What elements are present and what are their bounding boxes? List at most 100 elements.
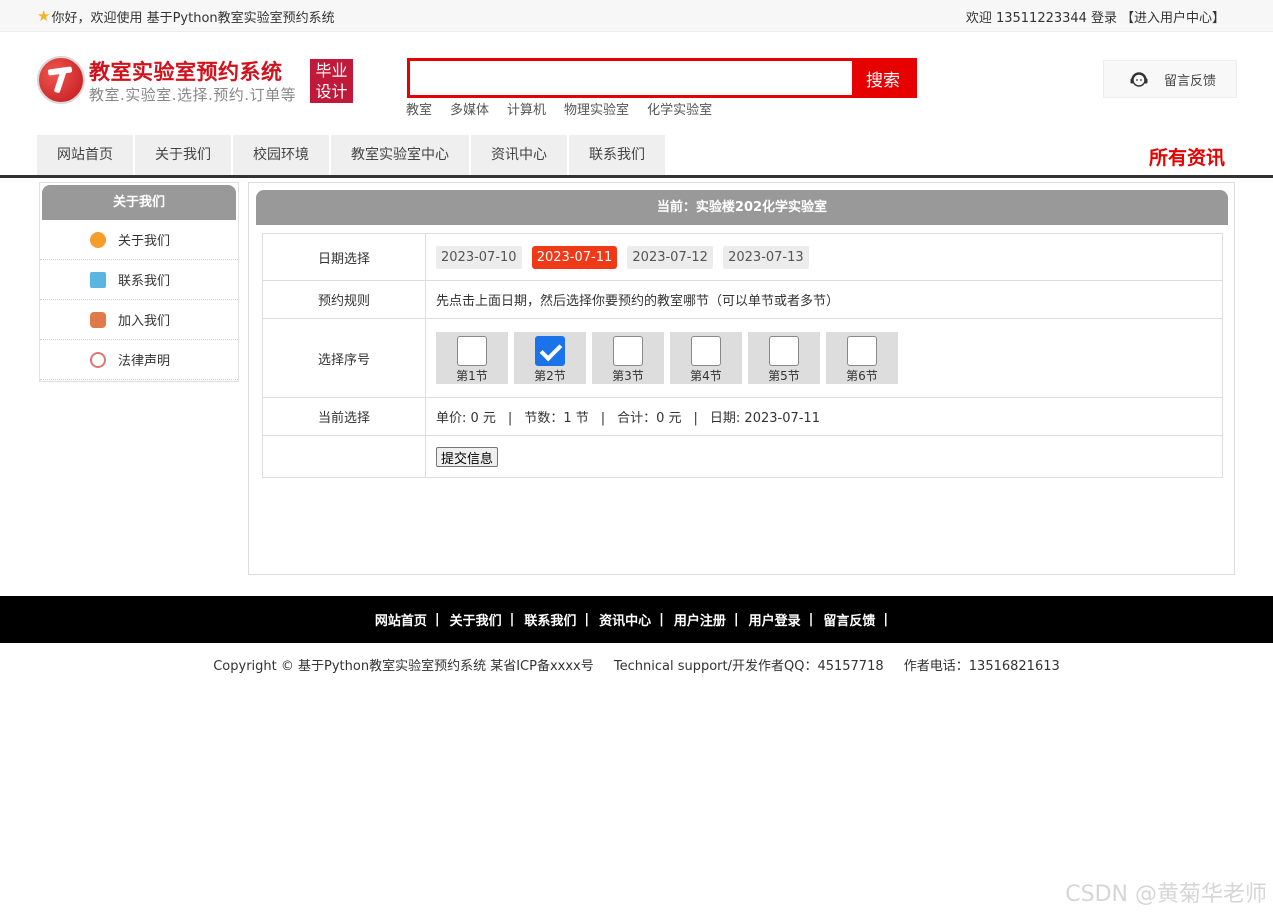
current-selection-row: 当前选择 单价: 0 元 | 节数：1 节 | 合计：0 元 | 日期: 2023-07-1… bbox=[262, 397, 1223, 436]
user-links: 欢迎 13511223344 登录 【进入用户中心】 bbox=[962, 7, 1225, 26]
selected-date: 日期: 2023-07-11 bbox=[709, 411, 820, 426]
slot-options: 第1节 第2节 第3节 第4节 第5节 第6节 bbox=[425, 318, 1223, 398]
slot-row: 选择序号 第1节 第2节 第3节 第4节 第5节 第6节 bbox=[262, 318, 1223, 398]
date-option-selected[interactable]: 2023-07-11 bbox=[531, 245, 618, 269]
rule-label: 预约规则 bbox=[262, 280, 426, 319]
slot-4[interactable]: 第4节 bbox=[670, 332, 742, 384]
watermark: CSDN @黄菊华老师 bbox=[1065, 882, 1267, 907]
hotword-computer[interactable]: 计算机 bbox=[507, 99, 546, 118]
hotword-chemistry-lab[interactable]: 化学实验室 bbox=[647, 99, 712, 118]
copyright: Copyright © 基于Python教室实验室预约系统 某省ICP备xxxx… bbox=[0, 655, 1273, 674]
site-title[interactable]: 教室实验室预约系统 bbox=[89, 56, 283, 86]
footer-link-login[interactable]: 用户登录 bbox=[749, 610, 801, 629]
slot-checkbox[interactable] bbox=[769, 336, 799, 366]
sidebar-title: 关于我们 bbox=[42, 185, 236, 220]
sidebar-item-join[interactable]: 加入我们 bbox=[40, 300, 238, 340]
sidebar-item-label: 加入我们 bbox=[118, 314, 171, 329]
footer-link-home[interactable]: 网站首页 bbox=[375, 610, 427, 629]
star-icon: ★ bbox=[37, 7, 51, 25]
nav-item-contact[interactable]: 联系我们 bbox=[569, 135, 665, 175]
slot-2[interactable]: 第2节 bbox=[514, 332, 586, 384]
slot-label-text: 第4节 bbox=[690, 369, 722, 383]
sidebar-item-about[interactable]: 关于我们 bbox=[40, 220, 238, 260]
sidebar-item-legal[interactable]: 法律声明 bbox=[40, 340, 238, 380]
footer-separator: | bbox=[808, 612, 814, 627]
date-option[interactable]: 2023-07-12 bbox=[627, 245, 713, 269]
copyright-text: Copyright © 基于Python教室实验室预约系统 某省ICP备xxxx… bbox=[213, 659, 594, 674]
footer-separator: | bbox=[584, 612, 590, 627]
slot-label-text: 第6节 bbox=[846, 369, 878, 383]
slot-label: 选择序号 bbox=[262, 318, 426, 398]
slot-3[interactable]: 第3节 bbox=[592, 332, 664, 384]
slot-label-text: 第2节 bbox=[534, 369, 566, 383]
slot-label-text: 第3节 bbox=[612, 369, 644, 383]
nav-item-campus[interactable]: 校园环境 bbox=[233, 135, 329, 175]
user-center-link[interactable]: 【进入用户中心】 bbox=[1121, 11, 1225, 26]
date-row: 日期选择 2023-07-10 2023-07-11 2023-07-12 20… bbox=[262, 233, 1223, 281]
feedback-button[interactable]: 留言反馈 bbox=[1103, 60, 1237, 98]
slot-checkbox[interactable] bbox=[691, 336, 721, 366]
footer-link-news[interactable]: 资讯中心 bbox=[599, 610, 651, 629]
phone-text: 作者电话：13516821613 bbox=[903, 659, 1060, 674]
footer-link-contact[interactable]: 联系我们 bbox=[524, 610, 576, 629]
submit-cell: 提交信息 bbox=[425, 435, 1223, 478]
empty-cell bbox=[262, 435, 426, 478]
search-button[interactable]: 搜索 bbox=[852, 61, 914, 95]
feedback-label: 留言反馈 bbox=[1164, 73, 1217, 89]
clipboard-icon bbox=[90, 271, 106, 288]
site-subtitle: 教室.实验室.选择.预约.订单等 bbox=[89, 86, 297, 104]
slot-label-text: 第1节 bbox=[456, 369, 488, 383]
slot-1[interactable]: 第1节 bbox=[436, 332, 508, 384]
nav-item-home[interactable]: 网站首页 bbox=[37, 135, 133, 175]
slot-6[interactable]: 第6节 bbox=[826, 332, 898, 384]
search-input[interactable] bbox=[410, 61, 852, 95]
all-news-link[interactable]: 所有资讯 bbox=[1149, 143, 1225, 170]
badge-line-1: 毕业 bbox=[315, 61, 348, 80]
footer-link-register[interactable]: 用户注册 bbox=[674, 610, 726, 629]
hotword-classroom[interactable]: 教室 bbox=[406, 99, 432, 118]
sidebar-item-contact[interactable]: 联系我们 bbox=[40, 260, 238, 300]
top-bar: ★ 你好，欢迎使用 基于Python教室实验室预约系统 欢迎 135112233… bbox=[0, 0, 1273, 32]
session-count: 节数：1 节 bbox=[524, 411, 589, 426]
footer-link-about[interactable]: 关于我们 bbox=[450, 610, 502, 629]
date-options: 2023-07-10 2023-07-11 2023-07-12 2023-07… bbox=[425, 233, 1223, 281]
footer-separator: | bbox=[733, 612, 739, 627]
total-price: 合计：0 元 bbox=[617, 411, 682, 426]
nav-item-about[interactable]: 关于我们 bbox=[135, 135, 231, 175]
current-selection-summary: 单价: 0 元 | 节数：1 节 | 合计：0 元 | 日期: 2023-07-11 bbox=[425, 397, 1223, 436]
rule-row: 预约规则 先点击上面日期，然后选择你要预约的教室哪节（可以单节或者多节） bbox=[262, 280, 1223, 319]
booking-form: 日期选择 2023-07-10 2023-07-11 2023-07-12 20… bbox=[262, 233, 1223, 478]
slot-checkbox-checked[interactable] bbox=[535, 336, 565, 366]
footer-separator: | bbox=[434, 612, 440, 627]
hotword-physics-lab[interactable]: 物理实验室 bbox=[564, 99, 629, 118]
logo-icon[interactable] bbox=[37, 56, 85, 104]
unit-price: 单价: 0 元 bbox=[436, 411, 496, 426]
hotword-multimedia[interactable]: 多媒体 bbox=[450, 99, 489, 118]
slot-checkbox[interactable] bbox=[457, 336, 487, 366]
graduation-badge: 毕业 设计 bbox=[310, 59, 353, 103]
rule-text: 先点击上面日期，然后选择你要预约的教室哪节（可以单节或者多节） bbox=[425, 280, 1223, 319]
divider: | bbox=[600, 411, 606, 426]
main-nav: 网站首页 关于我们 校园环境 教室实验室中心 资讯中心 联系我们 bbox=[37, 135, 667, 175]
submit-button[interactable]: 提交信息 bbox=[436, 446, 499, 467]
date-option[interactable]: 2023-07-13 bbox=[723, 245, 809, 269]
date-option[interactable]: 2023-07-10 bbox=[436, 245, 522, 269]
login-link[interactable]: 登录 bbox=[1091, 11, 1117, 26]
slot-checkbox[interactable] bbox=[847, 336, 877, 366]
footer-link-feedback[interactable]: 留言反馈 bbox=[823, 610, 875, 629]
greeting: ★ 你好，欢迎使用 基于Python教室实验室预约系统 bbox=[37, 7, 335, 27]
slot-5[interactable]: 第5节 bbox=[748, 332, 820, 384]
submit-row: 提交信息 bbox=[262, 435, 1223, 478]
badge-line-2: 设计 bbox=[315, 82, 348, 101]
current-room-title: 当前：实验楼202化学实验室 bbox=[256, 190, 1228, 225]
slot-checkbox[interactable] bbox=[613, 336, 643, 366]
booking-panel: 当前：实验楼202化学实验室 日期选择 2023-07-10 2023-07-1… bbox=[248, 182, 1235, 575]
nav-item-news[interactable]: 资讯中心 bbox=[471, 135, 567, 175]
lock-icon bbox=[90, 311, 106, 328]
divider: | bbox=[507, 411, 513, 426]
slot-label-text: 第5节 bbox=[768, 369, 800, 383]
hot-keywords: 教室 多媒体 计算机 物理实验室 化学实验室 bbox=[406, 99, 730, 118]
nav-item-rooms[interactable]: 教室实验室中心 bbox=[331, 135, 469, 175]
welcome-user: 欢迎 13511223344 bbox=[965, 11, 1087, 26]
greeting-text: 你好，欢迎使用 基于Python教室实验室预约系统 bbox=[51, 11, 335, 26]
